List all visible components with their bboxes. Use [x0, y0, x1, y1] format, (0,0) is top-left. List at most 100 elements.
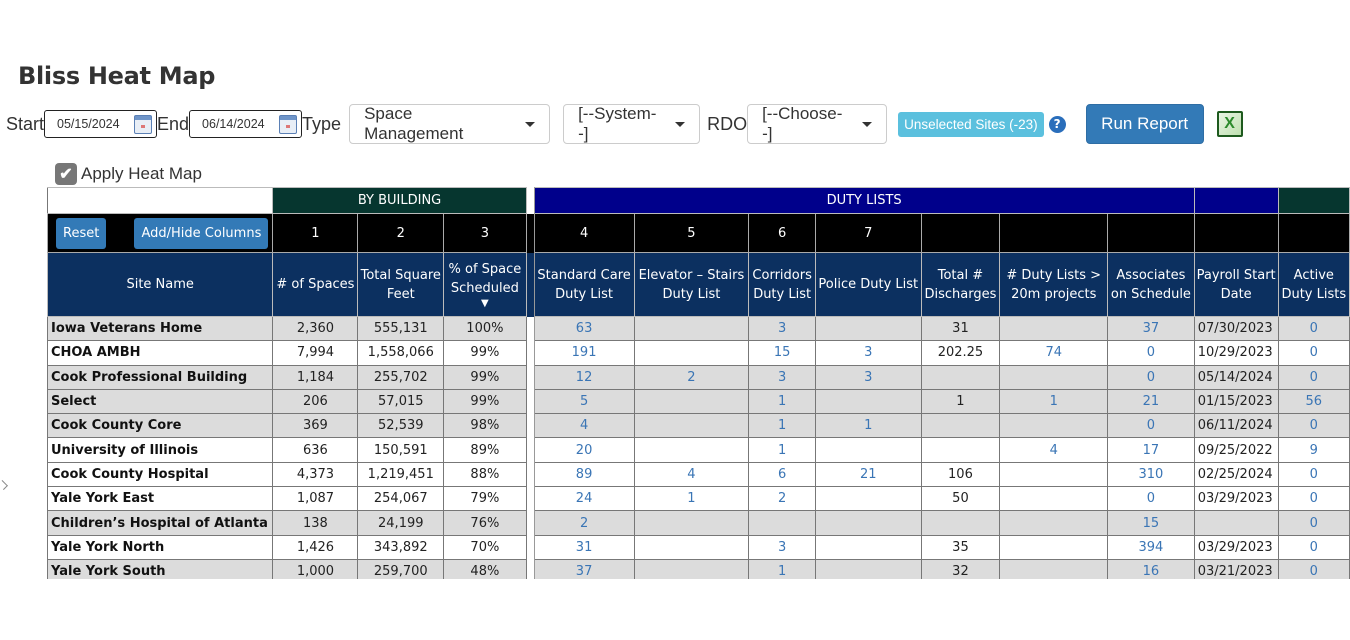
- duty-lists-20m-cell[interactable]: 4: [999, 437, 1109, 463]
- standard-care-cell[interactable]: 20: [533, 437, 635, 463]
- associates-cell[interactable]: 21: [1107, 388, 1195, 415]
- standard-care-cell[interactable]: 5: [533, 388, 635, 415]
- police-cell[interactable]: 1: [815, 413, 922, 439]
- standard-care-cell[interactable]: 2: [533, 510, 635, 536]
- header-pct-scheduled[interactable]: % of Space Scheduled ▼: [443, 252, 527, 317]
- associates-cell[interactable]: 310: [1107, 461, 1195, 488]
- corridors-cell[interactable]: 1: [748, 558, 817, 579]
- associates-cell[interactable]: 37: [1107, 315, 1195, 342]
- associates-cell[interactable]: 0: [1107, 486, 1195, 512]
- calendar-icon[interactable]: [279, 114, 298, 134]
- police-cell[interactable]: 3: [815, 364, 922, 390]
- header-corridors[interactable]: Corridors Duty List: [748, 252, 817, 317]
- header-duty-lists-20m[interactable]: # Duty Lists > 20m projects: [999, 252, 1109, 317]
- type-select[interactable]: Space Management: [349, 104, 551, 144]
- corridors-cell[interactable]: 1: [748, 413, 817, 439]
- active-duty-lists-cell[interactable]: 0: [1277, 461, 1350, 488]
- associates-cell[interactable]: 0: [1107, 364, 1195, 390]
- rdo-select[interactable]: [--Choose--]: [747, 104, 888, 144]
- header-active-duty-lists[interactable]: Active Duty Lists: [1277, 252, 1350, 317]
- table-row: CHOA AMBH 7,994 1,558,066 99% 191 15 3 202.25 74…: [47, 340, 1350, 366]
- checkbox-checked-icon[interactable]: ✔: [55, 163, 77, 185]
- active-duty-lists-cell[interactable]: 0: [1277, 413, 1350, 439]
- section-separator: [525, 316, 535, 341]
- associates-cell[interactable]: 17: [1107, 437, 1195, 463]
- column-number: 1: [272, 213, 359, 253]
- active-duty-lists-cell[interactable]: 0: [1277, 340, 1350, 366]
- header-square-feet[interactable]: Total Square Feet: [357, 252, 445, 317]
- corridors-cell[interactable]: 3: [748, 315, 817, 342]
- standard-care-cell[interactable]: 31: [533, 534, 635, 560]
- corridors-cell[interactable]: 15: [748, 340, 817, 366]
- corridors-cell[interactable]: 1: [748, 437, 817, 463]
- standard-care-cell[interactable]: 63: [533, 315, 635, 342]
- header-elevator-stairs[interactable]: Elevator – Stairs Duty List: [633, 252, 750, 317]
- elevator-stairs-cell[interactable]: 4: [633, 461, 750, 488]
- table-row: Cook County Core 369 52,539 98% 4 1 1 0 06/11/20…: [47, 413, 1350, 439]
- police-cell: [815, 315, 922, 342]
- help-icon[interactable]: ?: [1048, 115, 1066, 133]
- elevator-stairs-cell: [633, 315, 750, 342]
- standard-care-cell[interactable]: 4: [533, 413, 635, 439]
- elevator-stairs-cell[interactable]: 2: [633, 364, 750, 390]
- type-select-value: Space Management: [364, 104, 464, 143]
- corridors-cell[interactable]: 6: [748, 461, 817, 488]
- standard-care-cell[interactable]: 89: [533, 461, 635, 488]
- standard-care-cell[interactable]: 12: [533, 364, 635, 390]
- group-duty-lists: DUTY LISTS: [533, 187, 1195, 214]
- active-duty-lists-cell[interactable]: 0: [1277, 486, 1350, 512]
- police-cell[interactable]: 3: [815, 340, 922, 366]
- active-duty-lists-cell[interactable]: 0: [1277, 558, 1350, 579]
- associates-cell[interactable]: 15: [1107, 510, 1195, 536]
- section-separator: [525, 187, 535, 214]
- pct-scheduled-cell: 79%: [443, 486, 527, 512]
- run-report-button[interactable]: Run Report: [1085, 104, 1204, 144]
- duty-lists-20m-cell[interactable]: 74: [999, 340, 1109, 366]
- active-duty-lists-cell[interactable]: 56: [1277, 388, 1350, 415]
- rdo-label: RDO: [707, 113, 748, 134]
- duty-lists-20m-cell[interactable]: 1: [999, 388, 1109, 415]
- corridors-cell[interactable]: 1: [748, 388, 817, 415]
- associates-cell[interactable]: 16: [1107, 558, 1195, 579]
- apply-heat-map-checkbox[interactable]: ✔ Apply Heat Map: [55, 163, 202, 185]
- reset-button[interactable]: Reset: [56, 217, 107, 249]
- site-name-cell: Yale York North: [47, 534, 274, 560]
- active-duty-lists-cell[interactable]: 0: [1277, 315, 1350, 342]
- section-separator: [525, 365, 535, 390]
- calendar-icon[interactable]: [134, 114, 153, 134]
- associates-cell[interactable]: 394: [1107, 534, 1195, 560]
- excel-export-icon[interactable]: X: [1216, 111, 1243, 137]
- unselected-sites-badge[interactable]: Unselected Sites (-23): [898, 111, 1044, 137]
- header-standard-care[interactable]: Standard Care Duty List: [533, 252, 635, 317]
- start-date-input[interactable]: 05/15/2024: [44, 110, 158, 138]
- header-payroll-start[interactable]: Payroll Start Date: [1193, 252, 1279, 317]
- associates-cell[interactable]: 0: [1107, 340, 1195, 366]
- active-duty-lists-cell[interactable]: 9: [1277, 437, 1350, 463]
- corridors-cell[interactable]: 2: [748, 486, 817, 512]
- corridors-cell[interactable]: 3: [748, 534, 817, 560]
- pct-scheduled-cell: 48%: [443, 558, 527, 579]
- standard-care-cell[interactable]: 24: [533, 486, 635, 512]
- square-feet-cell: 255,702: [357, 364, 445, 390]
- duty-lists-20m-cell: [999, 461, 1109, 488]
- police-cell[interactable]: 21: [815, 461, 922, 488]
- corridors-cell[interactable]: 3: [748, 364, 817, 390]
- add-hide-columns-button[interactable]: Add/Hide Columns: [134, 217, 269, 249]
- header-associates[interactable]: Associates on Schedule: [1107, 252, 1195, 317]
- associates-cell[interactable]: 0: [1107, 413, 1195, 439]
- active-duty-lists-cell[interactable]: 0: [1277, 510, 1350, 536]
- header-police[interactable]: Police Duty List: [815, 252, 922, 317]
- header-discharges[interactable]: Total # Discharges: [920, 252, 1001, 317]
- header-spaces[interactable]: # of Spaces: [272, 252, 359, 317]
- sort-descending-icon[interactable]: ▼: [445, 298, 526, 310]
- elevator-stairs-cell[interactable]: 1: [633, 486, 750, 512]
- standard-care-cell[interactable]: 37: [533, 558, 635, 579]
- active-duty-lists-cell[interactable]: 0: [1277, 364, 1350, 390]
- header-site-name[interactable]: Site Name: [47, 252, 274, 317]
- system-select[interactable]: [--System--]: [563, 104, 701, 144]
- active-duty-lists-cell[interactable]: 0: [1277, 534, 1350, 560]
- system-select-value: [--System--]: [578, 104, 657, 143]
- standard-care-cell[interactable]: 191: [533, 340, 635, 366]
- end-date-input[interactable]: 06/14/2024: [189, 110, 303, 138]
- pct-scheduled-cell: 99%: [443, 340, 527, 366]
